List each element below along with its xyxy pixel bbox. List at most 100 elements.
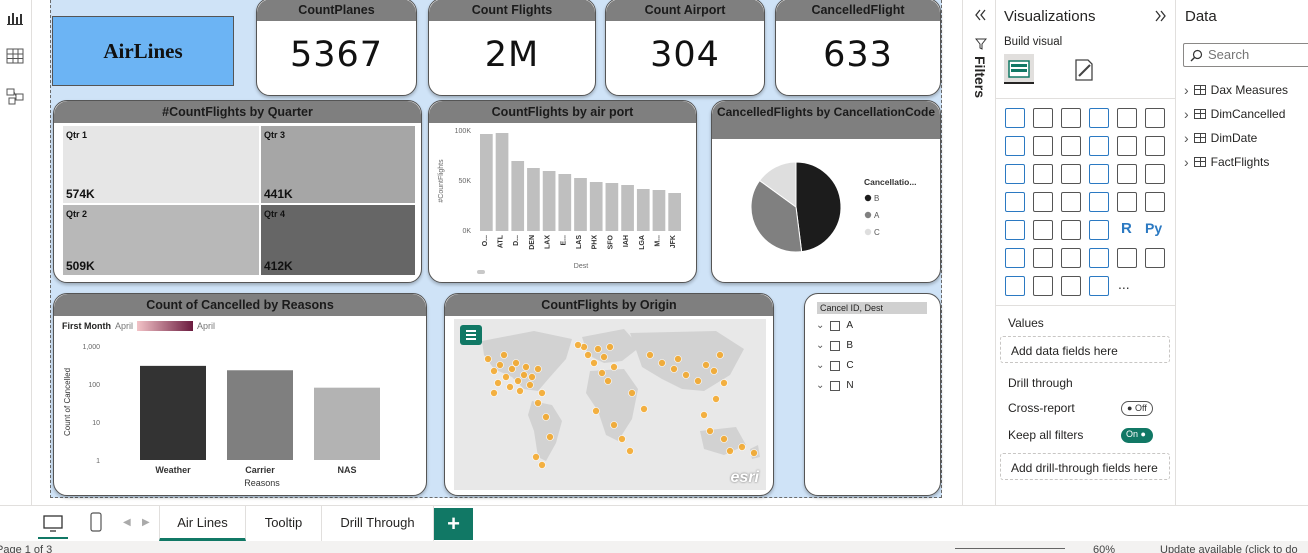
azure-map-icon[interactable] (1061, 192, 1081, 212)
kpi-card-count-planes[interactable]: CountPlanes 5367 (256, 0, 417, 96)
qna-icon[interactable] (1061, 248, 1081, 268)
line-icon[interactable] (1005, 136, 1025, 156)
more-visuals-icon[interactable]: ... (1118, 276, 1130, 292)
tab-scroll-left-icon[interactable]: ◀ (123, 517, 131, 528)
chevron-down-icon[interactable]: ⌄ (816, 380, 824, 391)
kpi-card-count-flights[interactable]: Count Flights 2M (428, 0, 596, 96)
narrative-icon[interactable] (1089, 248, 1109, 268)
tab-tooltip[interactable]: Tooltip (246, 506, 322, 541)
keep-filters-toggle[interactable]: On ● (1121, 428, 1153, 443)
update-notice[interactable]: Update available (click to do (1160, 544, 1298, 553)
zoom-slider[interactable] (955, 548, 1065, 549)
filters-label[interactable]: Filters (972, 56, 988, 98)
checkbox[interactable] (830, 360, 841, 371)
100-column-icon[interactable] (1145, 108, 1165, 128)
data-table-item[interactable]: › Dax Measures (1184, 82, 1288, 98)
chevron-right-icon[interactable]: › (1184, 130, 1189, 146)
chevron-right-icon[interactable]: › (1184, 154, 1189, 170)
reasons-card[interactable]: Count of Cancelled by Reasons First Mont… (53, 293, 427, 496)
report-view-icon[interactable] (5, 8, 25, 28)
map-card[interactable]: CountFlights by Origin esri (444, 293, 774, 496)
python-visual-icon[interactable]: Py (1145, 220, 1165, 240)
cross-report-toggle[interactable]: ● Off (1121, 401, 1153, 416)
world-map[interactable] (454, 319, 766, 490)
map-icon[interactable] (1005, 192, 1025, 212)
slicer-item[interactable]: ⌄ A (816, 320, 853, 331)
hamburger-icon[interactable] (460, 325, 482, 345)
clustered-column-icon[interactable] (1089, 108, 1109, 128)
tab-scroll-right-icon[interactable]: ▶ (142, 517, 150, 528)
clustered-bar-icon[interactable] (1061, 108, 1081, 128)
chevron-down-icon[interactable]: ⌄ (816, 360, 824, 371)
chevron-down-icon[interactable]: ⌄ (816, 320, 824, 331)
build-visual-tab[interactable] (1004, 54, 1034, 84)
treemap-card[interactable]: #CountFlights by Quarter Qtr 1 574K Qtr 3… (53, 100, 422, 283)
model-view-icon[interactable] (5, 86, 25, 106)
data-table-item[interactable]: › DimCancelled (1184, 106, 1285, 122)
area-icon[interactable] (1033, 136, 1053, 156)
data-table-item[interactable]: › DimDate (1184, 130, 1257, 146)
collapse-icon[interactable] (973, 8, 987, 22)
shape-map-icon[interactable] (1061, 276, 1081, 296)
stacked-column-icon[interactable] (1033, 108, 1053, 128)
treemap-cell-qtr3[interactable]: Qtr 3 441K (260, 125, 416, 204)
metrics-icon[interactable] (1145, 248, 1165, 268)
filled-map-icon[interactable] (1033, 192, 1053, 212)
values-well[interactable]: Add data fields here (1000, 336, 1170, 363)
treemap-icon[interactable] (1145, 164, 1165, 184)
chevron-down-icon[interactable]: ⌄ (816, 340, 824, 351)
slicer-item[interactable]: ⌄ B (816, 340, 853, 351)
multi-row-card-icon[interactable] (1145, 192, 1165, 212)
search-box[interactable] (1183, 43, 1308, 67)
chevron-right-icon[interactable]: › (1184, 106, 1189, 122)
card-icon[interactable] (1117, 192, 1137, 212)
table-view-icon[interactable] (5, 46, 25, 66)
zoom-level[interactable]: 60% (1093, 544, 1115, 553)
pie-icon[interactable] (1089, 164, 1109, 184)
slicer-item[interactable]: ⌄ N (816, 380, 854, 391)
chevron-icon[interactable] (1089, 276, 1109, 296)
stacked-area-icon[interactable] (1061, 136, 1081, 156)
donut-icon[interactable] (1117, 164, 1137, 184)
treemap-cell-qtr4[interactable]: Qtr 4 412K (260, 204, 416, 276)
power-apps-icon[interactable] (1005, 276, 1025, 296)
kpi-icon[interactable] (1005, 220, 1025, 240)
table-icon[interactable] (1061, 220, 1081, 240)
matrix-icon[interactable] (1089, 220, 1109, 240)
treemap-cell-qtr2[interactable]: Qtr 2 509K (62, 204, 260, 276)
desktop-view-icon[interactable] (42, 514, 64, 534)
checkbox[interactable] (830, 320, 841, 331)
mobile-view-icon[interactable] (89, 511, 103, 533)
checkbox[interactable] (830, 340, 841, 351)
treemap-cell-qtr1[interactable]: Qtr 1 574K (62, 125, 260, 204)
kpi-card-cancelled-flight[interactable]: CancelledFlight 633 (775, 0, 941, 96)
gauge-icon[interactable] (1089, 192, 1109, 212)
chevron-right-icon[interactable]: › (1184, 82, 1189, 98)
line-clustered-icon[interactable] (1117, 136, 1137, 156)
search-input[interactable] (1208, 47, 1308, 62)
add-page-button[interactable]: + (434, 508, 473, 540)
stacked-bar-icon[interactable] (1005, 108, 1025, 128)
slicer-item[interactable]: ⌄ C (816, 360, 854, 371)
key-influencers-icon[interactable] (1005, 248, 1025, 268)
slicer-icon[interactable] (1033, 220, 1053, 240)
line-column-icon[interactable] (1089, 136, 1109, 156)
tab-drill-through[interactable]: Drill Through (322, 506, 434, 541)
funnel-icon[interactable] (1033, 164, 1053, 184)
100-bar-icon[interactable] (1117, 108, 1137, 128)
format-visual-icon[interactable] (1070, 56, 1098, 84)
scatter-icon[interactable] (1061, 164, 1081, 184)
decomposition-tree-icon[interactable] (1033, 248, 1053, 268)
data-table-item[interactable]: › FactFlights (1184, 154, 1269, 170)
checkbox[interactable] (830, 380, 841, 391)
tab-air-lines[interactable]: Air Lines (159, 506, 246, 541)
r-visual-icon[interactable]: R (1117, 220, 1137, 240)
power-automate-icon[interactable] (1033, 276, 1053, 296)
airport-bar-card[interactable]: CountFlights by air port 0K 50K 100K #Count… (428, 100, 697, 283)
ribbon-icon[interactable] (1145, 136, 1165, 156)
month-filter[interactable]: First Month April April (62, 321, 215, 331)
filters-pane-collapsed[interactable]: Filters (962, 0, 996, 505)
pie-card[interactable]: CancelledFlights by CancellationCode Can… (711, 100, 941, 283)
kpi-card-count-airport[interactable]: Count Airport 304 (605, 0, 765, 96)
drill-through-well[interactable]: Add drill-through fields here (1000, 453, 1170, 480)
